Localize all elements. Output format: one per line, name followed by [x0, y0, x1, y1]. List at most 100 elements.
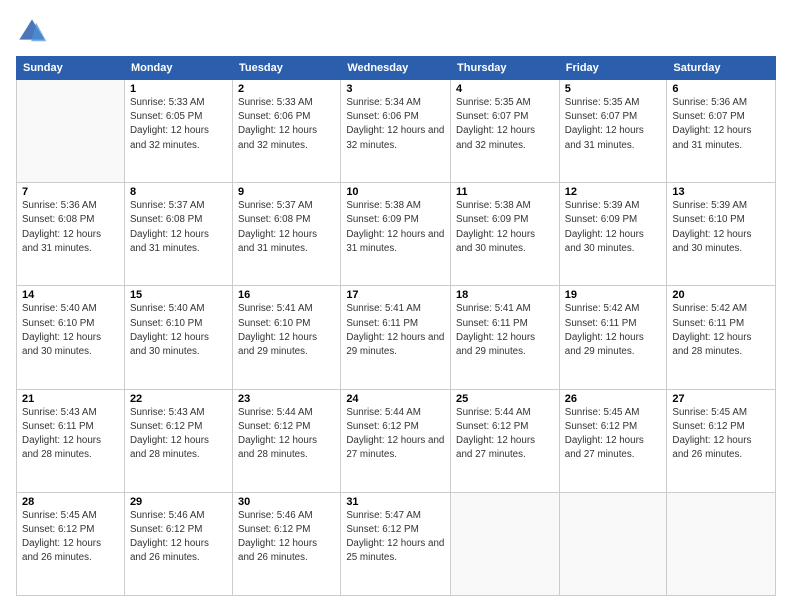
day-info: Sunrise: 5:36 AMSunset: 6:08 PMDaylight:…: [22, 199, 119, 256]
day-number: 8: [130, 186, 227, 198]
calendar-week-row: 21Sunrise: 5:43 AMSunset: 6:11 PMDayligh…: [17, 389, 776, 492]
day-info: Sunrise: 5:41 AMSunset: 6:10 PMDaylight:…: [238, 302, 335, 359]
calendar-cell: 13Sunrise: 5:39 AMSunset: 6:10 PMDayligh…: [667, 183, 776, 286]
calendar-header-row: SundayMondayTuesdayWednesdayThursdayFrid…: [17, 57, 776, 80]
day-number: 25: [456, 393, 554, 405]
day-info: Sunrise: 5:44 AMSunset: 6:12 PMDaylight:…: [456, 406, 554, 463]
day-number: 10: [346, 186, 445, 198]
day-info: Sunrise: 5:42 AMSunset: 6:11 PMDaylight:…: [565, 302, 662, 359]
calendar-cell: 26Sunrise: 5:45 AMSunset: 6:12 PMDayligh…: [559, 389, 667, 492]
day-number: 11: [456, 186, 554, 198]
calendar-cell: 31Sunrise: 5:47 AMSunset: 6:12 PMDayligh…: [341, 492, 451, 595]
calendar-cell: 16Sunrise: 5:41 AMSunset: 6:10 PMDayligh…: [233, 286, 341, 389]
calendar-cell: 11Sunrise: 5:38 AMSunset: 6:09 PMDayligh…: [451, 183, 560, 286]
calendar-cell: 27Sunrise: 5:45 AMSunset: 6:12 PMDayligh…: [667, 389, 776, 492]
day-info: Sunrise: 5:39 AMSunset: 6:10 PMDaylight:…: [672, 199, 770, 256]
day-number: 3: [346, 83, 445, 95]
calendar-week-row: 1Sunrise: 5:33 AMSunset: 6:05 PMDaylight…: [17, 80, 776, 183]
day-number: 26: [565, 393, 662, 405]
day-info: Sunrise: 5:44 AMSunset: 6:12 PMDaylight:…: [238, 406, 335, 463]
day-number: 24: [346, 393, 445, 405]
weekday-header: Saturday: [667, 57, 776, 80]
day-info: Sunrise: 5:45 AMSunset: 6:12 PMDaylight:…: [672, 406, 770, 463]
day-info: Sunrise: 5:39 AMSunset: 6:09 PMDaylight:…: [565, 199, 662, 256]
logo-icon: [16, 16, 48, 48]
day-info: Sunrise: 5:37 AMSunset: 6:08 PMDaylight:…: [130, 199, 227, 256]
page: SundayMondayTuesdayWednesdayThursdayFrid…: [0, 0, 792, 612]
calendar-cell: 23Sunrise: 5:44 AMSunset: 6:12 PMDayligh…: [233, 389, 341, 492]
day-number: 21: [22, 393, 119, 405]
day-info: Sunrise: 5:46 AMSunset: 6:12 PMDaylight:…: [238, 509, 335, 566]
day-info: Sunrise: 5:41 AMSunset: 6:11 PMDaylight:…: [346, 302, 445, 359]
day-info: Sunrise: 5:45 AMSunset: 6:12 PMDaylight:…: [22, 509, 119, 566]
logo: [16, 16, 52, 48]
calendar-cell: 22Sunrise: 5:43 AMSunset: 6:12 PMDayligh…: [124, 389, 232, 492]
calendar-cell: 1Sunrise: 5:33 AMSunset: 6:05 PMDaylight…: [124, 80, 232, 183]
day-number: 14: [22, 289, 119, 301]
calendar-cell: 21Sunrise: 5:43 AMSunset: 6:11 PMDayligh…: [17, 389, 125, 492]
calendar-cell: 8Sunrise: 5:37 AMSunset: 6:08 PMDaylight…: [124, 183, 232, 286]
day-number: 12: [565, 186, 662, 198]
day-info: Sunrise: 5:40 AMSunset: 6:10 PMDaylight:…: [22, 302, 119, 359]
calendar-cell: 28Sunrise: 5:45 AMSunset: 6:12 PMDayligh…: [17, 492, 125, 595]
day-info: Sunrise: 5:47 AMSunset: 6:12 PMDaylight:…: [346, 509, 445, 566]
calendar-cell: [559, 492, 667, 595]
day-number: 4: [456, 83, 554, 95]
calendar-cell: 9Sunrise: 5:37 AMSunset: 6:08 PMDaylight…: [233, 183, 341, 286]
calendar-body: 1Sunrise: 5:33 AMSunset: 6:05 PMDaylight…: [17, 80, 776, 596]
day-info: Sunrise: 5:43 AMSunset: 6:11 PMDaylight:…: [22, 406, 119, 463]
calendar-cell: 5Sunrise: 5:35 AMSunset: 6:07 PMDaylight…: [559, 80, 667, 183]
calendar-cell: 20Sunrise: 5:42 AMSunset: 6:11 PMDayligh…: [667, 286, 776, 389]
day-info: Sunrise: 5:33 AMSunset: 6:05 PMDaylight:…: [130, 96, 227, 153]
header: [16, 16, 776, 48]
calendar-week-row: 14Sunrise: 5:40 AMSunset: 6:10 PMDayligh…: [17, 286, 776, 389]
day-number: 20: [672, 289, 770, 301]
day-info: Sunrise: 5:38 AMSunset: 6:09 PMDaylight:…: [346, 199, 445, 256]
day-info: Sunrise: 5:45 AMSunset: 6:12 PMDaylight:…: [565, 406, 662, 463]
day-number: 2: [238, 83, 335, 95]
calendar-cell: 17Sunrise: 5:41 AMSunset: 6:11 PMDayligh…: [341, 286, 451, 389]
calendar-cell: [667, 492, 776, 595]
calendar-cell: 14Sunrise: 5:40 AMSunset: 6:10 PMDayligh…: [17, 286, 125, 389]
calendar-cell: 3Sunrise: 5:34 AMSunset: 6:06 PMDaylight…: [341, 80, 451, 183]
day-number: 7: [22, 186, 119, 198]
day-number: 5: [565, 83, 662, 95]
weekday-header: Friday: [559, 57, 667, 80]
day-info: Sunrise: 5:33 AMSunset: 6:06 PMDaylight:…: [238, 96, 335, 153]
day-number: 19: [565, 289, 662, 301]
calendar-cell: 30Sunrise: 5:46 AMSunset: 6:12 PMDayligh…: [233, 492, 341, 595]
day-info: Sunrise: 5:35 AMSunset: 6:07 PMDaylight:…: [456, 96, 554, 153]
day-info: Sunrise: 5:37 AMSunset: 6:08 PMDaylight:…: [238, 199, 335, 256]
calendar-cell: 4Sunrise: 5:35 AMSunset: 6:07 PMDaylight…: [451, 80, 560, 183]
day-number: 6: [672, 83, 770, 95]
day-number: 29: [130, 496, 227, 508]
day-number: 18: [456, 289, 554, 301]
day-info: Sunrise: 5:43 AMSunset: 6:12 PMDaylight:…: [130, 406, 227, 463]
day-number: 17: [346, 289, 445, 301]
day-info: Sunrise: 5:38 AMSunset: 6:09 PMDaylight:…: [456, 199, 554, 256]
day-number: 23: [238, 393, 335, 405]
calendar-week-row: 7Sunrise: 5:36 AMSunset: 6:08 PMDaylight…: [17, 183, 776, 286]
calendar-cell: 18Sunrise: 5:41 AMSunset: 6:11 PMDayligh…: [451, 286, 560, 389]
day-number: 13: [672, 186, 770, 198]
calendar-cell: 2Sunrise: 5:33 AMSunset: 6:06 PMDaylight…: [233, 80, 341, 183]
calendar-cell: 12Sunrise: 5:39 AMSunset: 6:09 PMDayligh…: [559, 183, 667, 286]
day-info: Sunrise: 5:40 AMSunset: 6:10 PMDaylight:…: [130, 302, 227, 359]
weekday-header: Thursday: [451, 57, 560, 80]
calendar-table: SundayMondayTuesdayWednesdayThursdayFrid…: [16, 56, 776, 596]
calendar-week-row: 28Sunrise: 5:45 AMSunset: 6:12 PMDayligh…: [17, 492, 776, 595]
weekday-header: Sunday: [17, 57, 125, 80]
calendar-cell: 10Sunrise: 5:38 AMSunset: 6:09 PMDayligh…: [341, 183, 451, 286]
day-number: 28: [22, 496, 119, 508]
day-info: Sunrise: 5:41 AMSunset: 6:11 PMDaylight:…: [456, 302, 554, 359]
day-number: 15: [130, 289, 227, 301]
weekday-header: Wednesday: [341, 57, 451, 80]
calendar-cell: 7Sunrise: 5:36 AMSunset: 6:08 PMDaylight…: [17, 183, 125, 286]
calendar-cell: 6Sunrise: 5:36 AMSunset: 6:07 PMDaylight…: [667, 80, 776, 183]
day-number: 27: [672, 393, 770, 405]
calendar-cell: 24Sunrise: 5:44 AMSunset: 6:12 PMDayligh…: [341, 389, 451, 492]
day-info: Sunrise: 5:44 AMSunset: 6:12 PMDaylight:…: [346, 406, 445, 463]
day-info: Sunrise: 5:34 AMSunset: 6:06 PMDaylight:…: [346, 96, 445, 153]
day-info: Sunrise: 5:36 AMSunset: 6:07 PMDaylight:…: [672, 96, 770, 153]
calendar-cell: 29Sunrise: 5:46 AMSunset: 6:12 PMDayligh…: [124, 492, 232, 595]
